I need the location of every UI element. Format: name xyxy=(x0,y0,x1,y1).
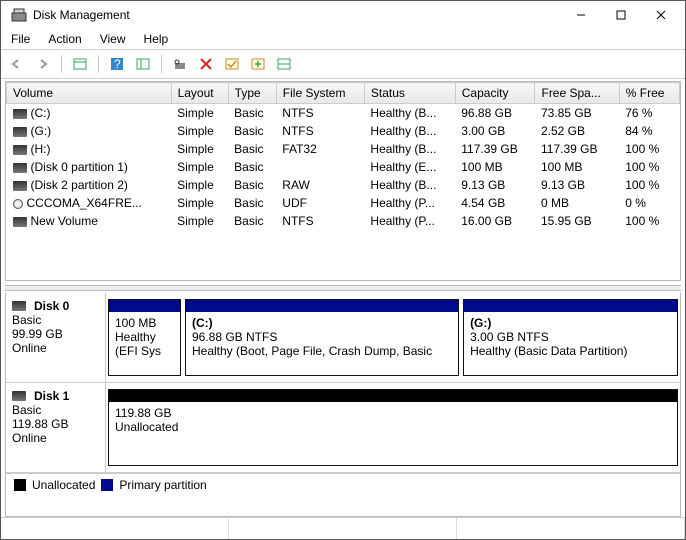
drive-icon xyxy=(13,181,27,191)
disk-graphical-view[interactable]: Disk 0Basic99.99 GBOnline100 MBHealthy (… xyxy=(5,293,681,517)
menu-action[interactable]: Action xyxy=(48,32,81,46)
volume-row[interactable]: New VolumeSimpleBasicNTFSHealthy (P...16… xyxy=(7,212,680,230)
partition-stripe xyxy=(464,300,677,312)
window: Disk Management File Action View Help ? … xyxy=(0,0,686,540)
layout-button[interactable] xyxy=(70,54,90,74)
disk-row: Disk 1Basic119.88 GBOnline119.88 GBUnall… xyxy=(6,383,680,473)
volume-list[interactable]: VolumeLayoutTypeFile SystemStatusCapacit… xyxy=(5,81,681,281)
close-button[interactable] xyxy=(641,1,681,29)
column-header[interactable]: Layout xyxy=(171,83,228,104)
volume-row[interactable]: (G:)SimpleBasicNTFSHealthy (B...3.00 GB2… xyxy=(7,122,680,140)
window-title: Disk Management xyxy=(33,8,561,22)
svg-text:?: ? xyxy=(114,57,121,71)
legend-primary: Primary partition xyxy=(119,478,206,492)
swatch-unallocated xyxy=(14,479,26,491)
titlebar: Disk Management xyxy=(1,1,685,29)
app-icon xyxy=(11,7,27,23)
legend: Unallocated Primary partition xyxy=(6,473,680,496)
partition-stripe xyxy=(109,390,677,402)
volume-row[interactable]: (Disk 0 partition 1)SimpleBasicHealthy (… xyxy=(7,158,680,176)
drive-icon xyxy=(13,127,27,137)
help-button[interactable]: ? xyxy=(107,54,127,74)
refresh-button[interactable] xyxy=(133,54,153,74)
toolbar: ? xyxy=(1,50,685,79)
column-header[interactable]: Capacity xyxy=(455,83,535,104)
disk-info[interactable]: Disk 0Basic99.99 GBOnline xyxy=(6,293,106,382)
statusbar xyxy=(1,517,685,539)
menu-help[interactable]: Help xyxy=(144,32,169,46)
menu-file[interactable]: File xyxy=(11,32,30,46)
partition[interactable]: 119.88 GBUnallocated xyxy=(108,389,678,466)
legend-unallocated: Unallocated xyxy=(32,478,95,492)
forward-button[interactable] xyxy=(33,54,53,74)
volume-row[interactable]: (Disk 2 partition 2)SimpleBasicRAWHealth… xyxy=(7,176,680,194)
scan-button[interactable] xyxy=(170,54,190,74)
partition[interactable]: 100 MBHealthy (EFI Sys xyxy=(108,299,181,376)
properties-button[interactable] xyxy=(274,54,294,74)
swatch-primary xyxy=(101,479,113,491)
check-button[interactable] xyxy=(222,54,242,74)
volume-row[interactable]: (H:)SimpleBasicFAT32Healthy (B...117.39 … xyxy=(7,140,680,158)
column-header[interactable]: Type xyxy=(228,83,276,104)
menu-view[interactable]: View xyxy=(100,32,126,46)
maximize-button[interactable] xyxy=(601,1,641,29)
partition[interactable]: (G:)3.00 GB NTFSHealthy (Basic Data Part… xyxy=(463,299,678,376)
disc-icon xyxy=(13,199,23,209)
column-header[interactable]: Volume xyxy=(7,83,172,104)
partition[interactable]: (C:)96.88 GB NTFSHealthy (Boot, Page Fil… xyxy=(185,299,459,376)
action-button[interactable] xyxy=(248,54,268,74)
column-header[interactable]: Free Spa... xyxy=(535,83,619,104)
drive-icon xyxy=(13,145,27,155)
drive-icon xyxy=(12,391,26,401)
volume-row[interactable]: CCCOMA_X64FRE...SimpleBasicUDFHealthy (P… xyxy=(7,194,680,212)
disk-row: Disk 0Basic99.99 GBOnline100 MBHealthy (… xyxy=(6,293,680,383)
drive-icon xyxy=(13,109,27,119)
column-header[interactable]: File System xyxy=(276,83,364,104)
splitter[interactable] xyxy=(5,285,681,291)
partition-stripe xyxy=(109,300,180,312)
drive-icon xyxy=(13,163,27,173)
volume-row[interactable]: (C:)SimpleBasicNTFSHealthy (B...96.88 GB… xyxy=(7,104,680,123)
disk-info[interactable]: Disk 1Basic119.88 GBOnline xyxy=(6,383,106,472)
drive-icon xyxy=(12,301,26,311)
menubar: File Action View Help xyxy=(1,29,685,50)
partition-stripe xyxy=(186,300,458,312)
delete-button[interactable] xyxy=(196,54,216,74)
column-header[interactable]: % Free xyxy=(619,83,679,104)
back-button[interactable] xyxy=(7,54,27,74)
drive-icon xyxy=(13,217,27,227)
minimize-button[interactable] xyxy=(561,1,601,29)
column-header[interactable]: Status xyxy=(364,83,455,104)
